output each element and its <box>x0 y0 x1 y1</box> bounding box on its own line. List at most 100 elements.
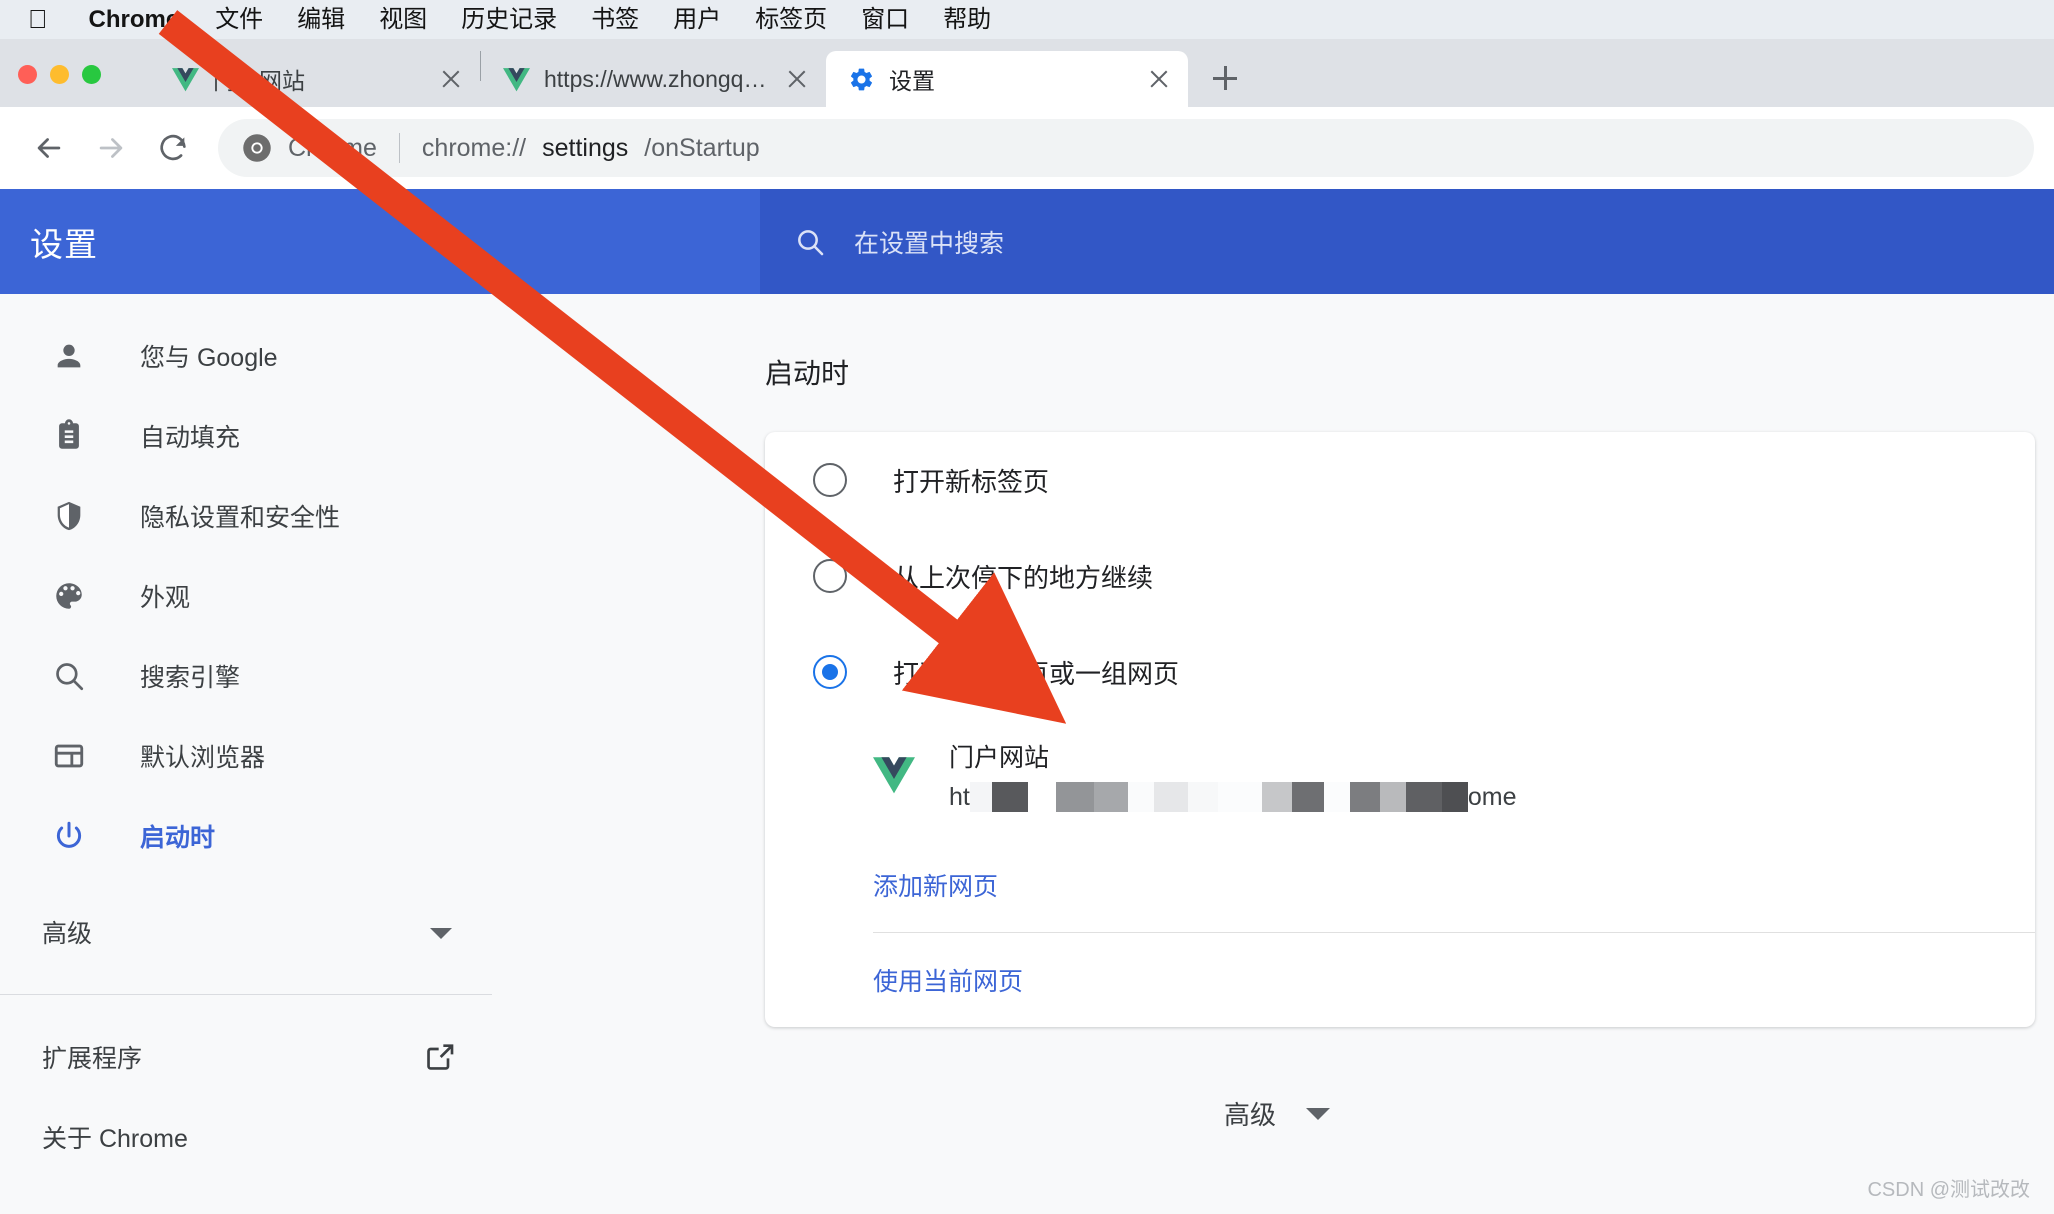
close-icon[interactable] <box>784 66 810 92</box>
startup-site-name: 门户网站 <box>949 744 1050 772</box>
redaction-block <box>1323 782 1350 812</box>
sidebar-item-search-engine[interactable]: 搜索引擎 <box>0 636 500 716</box>
startup-site-url: ht ome <box>949 782 1517 812</box>
vue-icon <box>503 67 530 91</box>
maximize-window-button[interactable] <box>82 65 101 84</box>
radio-button[interactable] <box>813 559 847 593</box>
search-icon <box>798 229 824 255</box>
tab-portal-site[interactable]: 门户网站 <box>150 51 480 107</box>
sidebar-advanced-label: 高级 <box>42 920 93 948</box>
sidebar-about-label: 关于 Chrome <box>42 1125 188 1153</box>
omnibox-url-path: /onStartup <box>644 133 760 162</box>
sidebar-item-privacy-security[interactable]: 隐私设置和安全性 <box>0 476 500 556</box>
omnibox-url-host: settings <box>542 133 629 162</box>
sidebar-item-autofill[interactable]: 自动填充 <box>0 396 500 476</box>
redaction-block <box>1441 782 1468 812</box>
sidebar-item-advanced[interactable]: 高级 <box>0 892 500 972</box>
omnibox-divider <box>398 133 400 163</box>
redaction-block <box>1349 782 1380 812</box>
radio-button[interactable] <box>813 463 847 497</box>
search-input[interactable]: 在设置中搜索 <box>854 224 1004 260</box>
address-bar[interactable]: Chrome chrome:// settings/onStartup <box>218 119 2034 177</box>
startup-site-entry[interactable]: 门户网站 ht ome <box>765 720 2035 838</box>
redaction-block <box>1217 782 1262 812</box>
settings-sidebar: 您与 Google 自动填充 隐私设置和安全性 外观 搜索引擎 默认浏览器 启动… <box>0 294 500 1214</box>
close-icon[interactable] <box>438 66 464 92</box>
minimize-window-button[interactable] <box>50 65 69 84</box>
external-link-icon <box>427 1044 454 1070</box>
vue-icon <box>873 757 915 794</box>
redaction-block <box>1405 782 1442 812</box>
redaction-block <box>1027 782 1056 812</box>
window-controls <box>18 65 101 84</box>
reload-icon[interactable] <box>144 119 202 177</box>
chrome-logo-icon <box>242 133 272 163</box>
search-icon <box>56 663 84 691</box>
watermark: CSDN @测试改改 <box>1867 1179 2030 1201</box>
menubar-item-chrome[interactable]: Chrome <box>70 0 199 39</box>
menubar-item-file[interactable]: 文件 <box>198 0 280 39</box>
gear-icon <box>850 68 873 90</box>
startup-options-card: 打开新标签页 从上次停下的地方继续 打开特定网页或一组网页 门户网站 ht om… <box>765 432 2035 1027</box>
sidebar-item-default-browser[interactable]: 默认浏览器 <box>0 716 500 796</box>
add-new-page-link[interactable]: 添加新网页 <box>765 838 2035 932</box>
sidebar-item-appearance[interactable]: 外观 <box>0 556 500 636</box>
startup-site-url-prefix: ht <box>949 782 970 811</box>
browser-toolbar: Chrome chrome:// settings/onStartup <box>0 107 2054 189</box>
omnibox-chip-label: Chrome <box>288 133 377 162</box>
sidebar-item-about-chrome[interactable]: 关于 Chrome <box>0 1097 500 1177</box>
menubar-item-history[interactable]: 历史记录 <box>444 0 574 39</box>
back-arrow-icon[interactable] <box>20 119 78 177</box>
tab-zhongqiyixin[interactable]: https://www.zhongqiyixin.com/ <box>481 51 826 107</box>
radio-option-continue[interactable]: 从上次停下的地方继续 <box>765 528 2035 624</box>
menubar-item-view[interactable]: 视图 <box>362 0 444 39</box>
menubar-item-tabs[interactable]: 标签页 <box>738 0 844 39</box>
menubar-item-profiles[interactable]: 用户 <box>656 0 738 39</box>
radio-label: 打开特定网页或一组网页 <box>893 658 1180 689</box>
chevron-down-icon <box>430 928 452 939</box>
redaction-block <box>1127 782 1154 812</box>
radio-label: 打开新标签页 <box>893 466 1050 497</box>
radio-option-specific-pages[interactable]: 打开特定网页或一组网页 <box>765 624 2035 720</box>
redaction-block <box>969 782 992 812</box>
redaction-block <box>1093 782 1128 812</box>
redaction-block <box>991 782 1028 812</box>
tab-strip: 门户网站 https://www.zhongqiyixin.com/ 设置 <box>0 39 2054 107</box>
footer-advanced-label: 高级 <box>1223 1100 1276 1130</box>
forward-arrow-icon[interactable] <box>82 119 140 177</box>
sidebar-item-on-startup[interactable]: 启动时 <box>0 796 500 876</box>
apple-logo-icon[interactable]:  <box>20 0 70 39</box>
sidebar-item-label: 外观 <box>140 584 191 612</box>
sidebar-item-you-and-google[interactable]: 您与 Google <box>0 316 500 396</box>
menubar-item-edit[interactable]: 编辑 <box>280 0 362 39</box>
tab-settings[interactable]: 设置 <box>826 51 1188 107</box>
redaction-block <box>1153 782 1188 812</box>
sidebar-item-label: 搜索引擎 <box>140 664 241 692</box>
menubar-item-bookmarks[interactable]: 书签 <box>574 0 656 39</box>
sidebar-item-label: 默认浏览器 <box>140 744 266 772</box>
settings-search-box[interactable]: 在设置中搜索 <box>760 189 2054 294</box>
redaction-block <box>1261 782 1292 812</box>
use-current-pages-label: 使用当前网页 <box>873 968 1024 996</box>
use-current-pages-link[interactable]: 使用当前网页 <box>765 933 2035 1027</box>
radio-option-new-tab[interactable]: 打开新标签页 <box>765 432 2035 528</box>
close-icon[interactable] <box>1146 66 1172 92</box>
sidebar-item-label: 启动时 <box>140 824 216 852</box>
menubar-item-window[interactable]: 窗口 <box>844 0 926 39</box>
clipboard-icon <box>59 419 79 449</box>
footer-advanced-button[interactable]: 高级 <box>500 1095 2054 1132</box>
redaction-block <box>1379 782 1406 812</box>
omnibox-url-scheme: chrome:// <box>421 133 527 162</box>
close-window-button[interactable] <box>18 65 37 84</box>
menubar-item-help[interactable]: 帮助 <box>926 0 1008 39</box>
shield-icon <box>57 501 81 531</box>
sidebar-item-label: 您与 Google <box>140 344 278 372</box>
power-icon <box>56 821 82 848</box>
chevron-down-icon <box>1306 1107 1330 1120</box>
startup-site-url-suffix: ome <box>1467 782 1517 811</box>
radio-button-selected[interactable] <box>813 655 847 689</box>
settings-body: 您与 Google 自动填充 隐私设置和安全性 外观 搜索引擎 默认浏览器 启动… <box>0 294 2054 1214</box>
new-tab-button[interactable] <box>1202 55 1248 101</box>
sidebar-item-extensions[interactable]: 扩展程序 <box>0 1017 500 1097</box>
sidebar-item-label: 隐私设置和安全性 <box>140 504 341 532</box>
